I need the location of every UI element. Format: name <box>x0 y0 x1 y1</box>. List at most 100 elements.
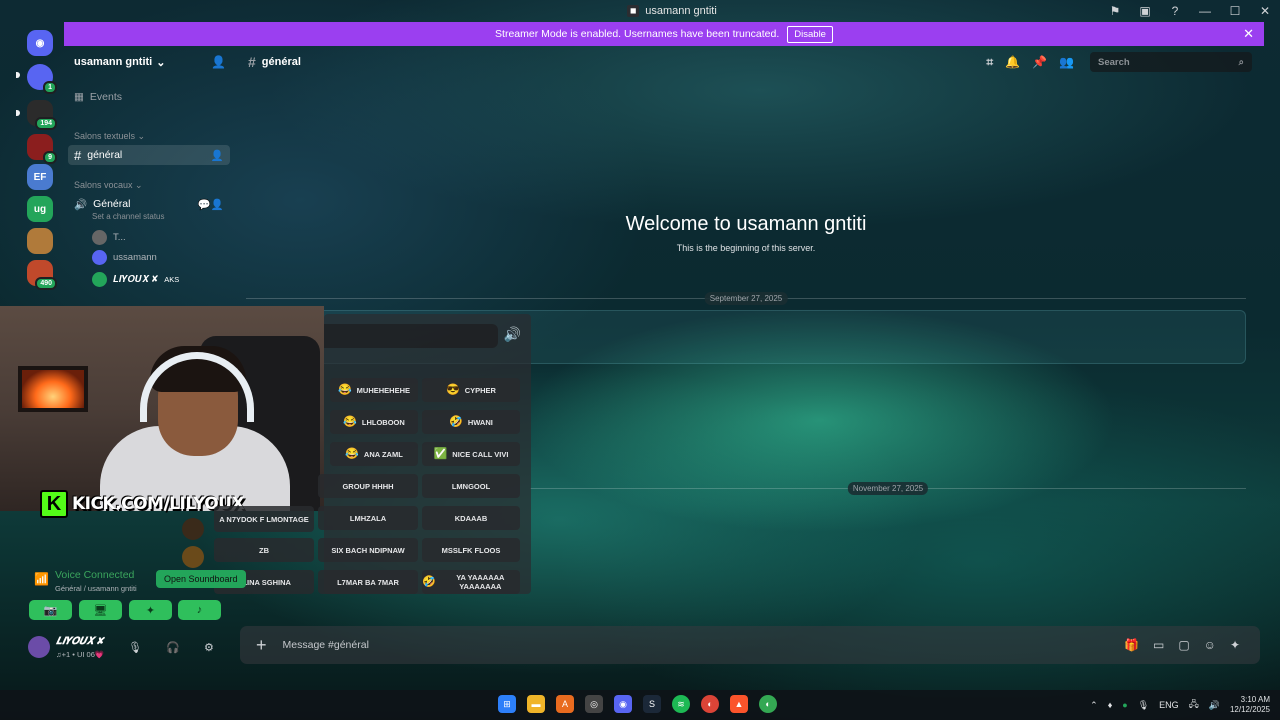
sound-button[interactable]: LMHZALA <box>318 506 418 530</box>
sound-button[interactable]: ZB <box>214 538 314 562</box>
clock-date: 12/12/2025 <box>1229 705 1270 714</box>
help-icon[interactable]: ? <box>1160 0 1190 22</box>
gift-icon[interactable]: 🎁 <box>1124 638 1139 652</box>
windows-start-icon[interactable]: ⊞ <box>498 695 516 713</box>
voice-status[interactable]: Voice Connected <box>55 569 134 581</box>
sticker-icon[interactable]: ▢ <box>1178 638 1189 652</box>
sound-button[interactable]: 😂 LHLOBOON <box>330 410 418 434</box>
discord-taskbar-icon[interactable]: ◉ <box>614 695 632 713</box>
close-banner-icon[interactable]: ✕ <box>1243 26 1254 42</box>
app-icon[interactable]: ◎ <box>585 695 603 713</box>
server-sounds-icon[interactable] <box>182 546 204 568</box>
sound-button[interactable]: KDAAAB <box>422 506 520 530</box>
welcome-title: Welcome to usamann gntiti <box>625 213 867 235</box>
mic-tray-icon[interactable]: 🎙 <box>1138 700 1149 711</box>
discord-home-icon[interactable]: ◉ <box>27 30 53 56</box>
app-icon[interactable]: A <box>556 695 574 713</box>
sound-button[interactable]: 😎 CYPHER <box>422 378 520 402</box>
server-name-header[interactable]: usamann gntiti ⌄ 👤 <box>64 46 236 78</box>
close-window-button[interactable]: ✕ <box>1250 0 1280 22</box>
emoji-icon[interactable]: ☺ <box>1204 638 1216 652</box>
voice-channel-general[interactable]: 🔊 Général 💬👤 <box>68 194 230 214</box>
sound-button[interactable]: 🤣 HWANI <box>422 410 520 434</box>
server-icon-7[interactable]: 490 <box>27 260 57 290</box>
server-icon-2[interactable]: 194 <box>27 100 57 130</box>
language-indicator[interactable]: ENG <box>1159 700 1179 710</box>
fireplace-image <box>18 366 88 412</box>
signal-icon[interactable]: 📶 <box>34 572 49 586</box>
clock[interactable]: 3:10 AM 12/12/2025 <box>1230 695 1270 715</box>
inbox-icon[interactable]: ▣ <box>1130 0 1160 22</box>
chrome-icon[interactable]: ◐ <box>701 695 719 713</box>
apps-icon[interactable]: ✦ <box>1230 638 1240 652</box>
screen-share-button[interactable]: 🖥 <box>79 600 122 620</box>
clock-time: 3:10 AM <box>1240 695 1270 704</box>
microphone-icon[interactable]: 🎙 <box>128 641 142 654</box>
invite-icon[interactable]: 👤 <box>211 149 224 162</box>
maximize-button[interactable]: ☐ <box>1220 0 1250 22</box>
sound-button[interactable]: GROUP HHHH <box>318 474 418 498</box>
sound-button[interactable]: L7MAR BA 7MAR <box>318 570 418 594</box>
voice-channel-status[interactable]: Set a channel status <box>92 212 165 221</box>
volume-icon[interactable]: 🔊 <box>504 326 521 343</box>
channel-name: général <box>87 149 123 161</box>
welcome-section: Welcome to usamann gntiti This is the be… <box>600 212 892 253</box>
sound-button[interactable]: 😂 ANA ZAML <box>330 442 418 466</box>
sound-button[interactable]: MSSLFK FLOOS <box>422 538 520 562</box>
server-icon-4[interactable]: EF <box>27 164 53 190</box>
soundboard-search-input[interactable] <box>324 324 498 348</box>
soundboard-button[interactable]: ♪ <box>178 600 221 620</box>
gif-icon[interactable]: ▭ <box>1153 638 1164 652</box>
minimize-button[interactable]: — <box>1190 0 1220 22</box>
server-icon-3[interactable]: 9 <box>27 134 57 164</box>
headphones-icon[interactable]: 🎧 <box>166 641 180 654</box>
avatar[interactable] <box>28 636 50 658</box>
sound-button[interactable]: LMNGOOL <box>422 474 520 498</box>
chat-invite-icons[interactable]: 💬👤 <box>198 198 224 211</box>
plus-icon[interactable]: + <box>256 635 267 656</box>
volume-tray-icon[interactable]: 🔊 <box>1209 700 1220 711</box>
pin-icon[interactable]: 📌 <box>1032 55 1047 69</box>
sound-button[interactable]: 🤣 YA YAAAAAA YAAAAAAA <box>422 570 520 594</box>
search-icon: ⌕ <box>1238 56 1244 68</box>
server-icon-6[interactable] <box>27 228 53 254</box>
disable-streamer-mode-button[interactable]: Disable <box>787 25 833 43</box>
sound-button[interactable]: A N7YDOK F LMONTAGE <box>214 506 314 532</box>
activities-button[interactable]: ✦ <box>129 600 172 620</box>
message-input[interactable]: + Message #général 🎁 ▭ ▢ ☺ ✦ <box>240 626 1260 664</box>
steam-icon[interactable]: S <box>643 695 661 713</box>
category-text-channels[interactable]: Salons textuels ⌄ <box>74 131 145 142</box>
date-label: September 27, 2025 <box>704 292 788 305</box>
sound-button[interactable]: SIX BACH NDIPNAW <box>318 538 418 562</box>
threads-icon[interactable]: ⌗ <box>986 55 993 70</box>
voice-location[interactable]: Général / usamann gntiti <box>55 584 137 593</box>
server-icon-active[interactable]: ug <box>27 196 53 222</box>
server-icon-1[interactable]: 1 <box>27 64 57 94</box>
network-icon[interactable]: 🖧 <box>1189 697 1199 713</box>
voice-user[interactable]: T... <box>92 230 126 245</box>
camera-off-button[interactable]: 📷 <box>29 600 72 620</box>
events-item[interactable]: ▦ Events <box>68 87 230 107</box>
file-explorer-icon[interactable]: ▬ <box>527 695 545 713</box>
webcam-overlay <box>0 306 324 511</box>
add-member-icon[interactable]: 👤 <box>211 55 226 69</box>
chevron-up-icon[interactable]: ⌃ <box>1090 700 1098 711</box>
tray-app-icon[interactable]: ♦ <box>1108 700 1113 710</box>
tray-status-icon[interactable]: ● <box>1122 700 1127 710</box>
members-icon[interactable]: 👥 <box>1059 55 1074 69</box>
spotify-icon[interactable]: ≋ <box>672 695 690 713</box>
category-voice-channels[interactable]: Salons vocaux ⌄ <box>74 180 143 191</box>
user-name[interactable]: 𝑳𝑰𝒀𝑶𝑼𝑿 ✘ <box>56 636 104 647</box>
sound-button[interactable]: 😂 MUHEHEHEHE <box>330 378 418 402</box>
flag-icon[interactable]: ⚑ <box>1100 0 1130 22</box>
brave-icon[interactable]: ▲ <box>730 695 748 713</box>
bell-icon[interactable]: 🔔 <box>1005 55 1020 69</box>
search-input[interactable]: Search ⌕ <box>1090 52 1252 72</box>
chrome-profile-icon[interactable]: ◐ <box>759 695 777 713</box>
voice-user[interactable]: 𝑳𝑰𝒀𝑶𝑼𝑿 ✘ AKS <box>92 272 179 287</box>
voice-user[interactable]: ussamann <box>92 250 157 265</box>
sound-button[interactable]: ✅ NICE CALL VIVI <box>422 442 520 466</box>
server-sounds-icon[interactable] <box>182 518 204 540</box>
channel-general[interactable]: # général 👤 <box>68 145 230 165</box>
settings-gear-icon[interactable]: ⚙ <box>204 641 214 654</box>
